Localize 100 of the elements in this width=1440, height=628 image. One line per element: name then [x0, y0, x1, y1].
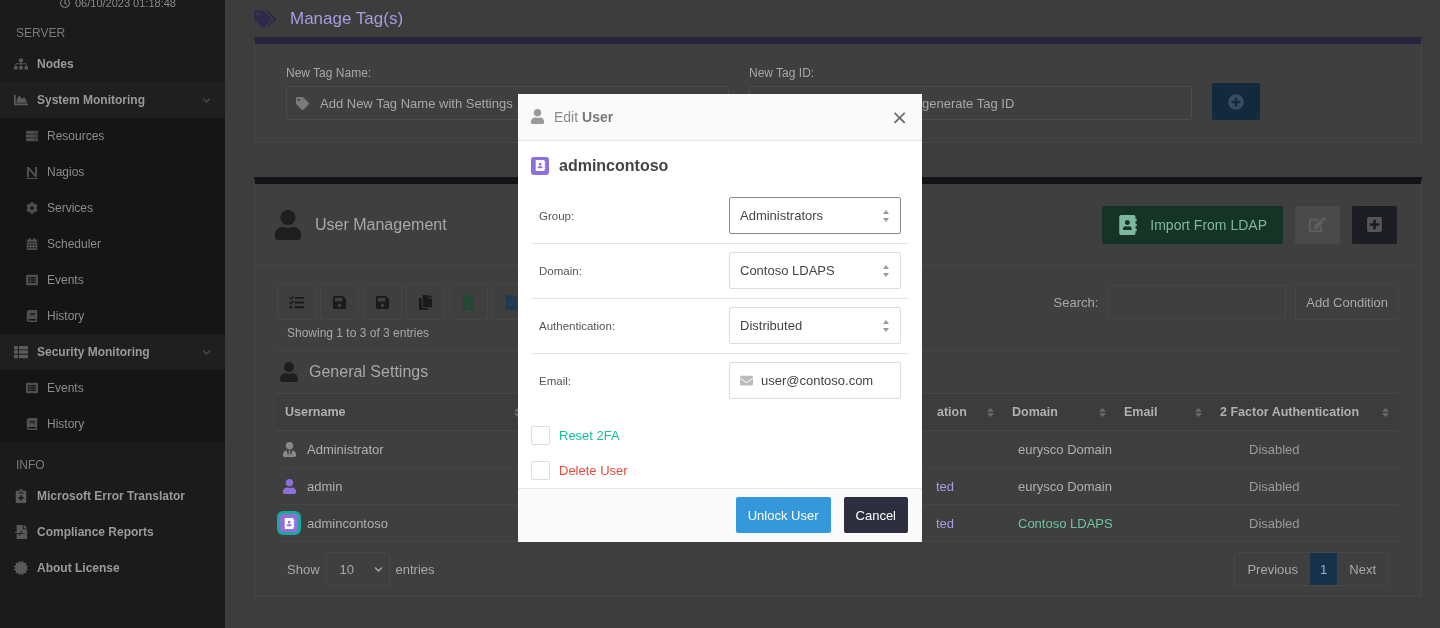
sidebar-subitem[interactable]: Services: [0, 190, 225, 226]
table-cell: ted: [936, 478, 955, 494]
table-cell: eurysco Domain: [1018, 478, 1112, 494]
sidebar-subitem[interactable]: Resources: [0, 118, 225, 154]
address-book-icon: [531, 156, 549, 175]
table-cell: Disabled: [1249, 441, 1300, 457]
field-label: Email:: [539, 374, 571, 387]
select-field[interactable]: Administrators: [729, 197, 901, 235]
book-icon: [26, 418, 38, 430]
timestamp: 06/10/2023 01:18:48: [75, 0, 176, 9]
server-icon: [26, 130, 38, 142]
column-header[interactable]: Username: [285, 405, 346, 419]
sort-icon: [985, 406, 996, 418]
user-icon: [279, 362, 299, 382]
sort-arrows-icon: [882, 318, 890, 333]
table-cell: Disabled: [1249, 478, 1300, 494]
sidebar-subitem[interactable]: History: [0, 406, 225, 442]
spreadsheet-icon: [461, 294, 476, 310]
sidebar-item[interactable]: Nodes: [0, 46, 225, 82]
gear-icon: [26, 202, 38, 214]
pagination-button[interactable]: 1: [1310, 553, 1338, 585]
import-button[interactable]: Import From LDAP: [1102, 205, 1283, 244]
column-header[interactable]: ation: [937, 405, 967, 419]
add-button[interactable]: [1352, 205, 1397, 244]
field-label: Authentication:: [539, 319, 616, 332]
sort-arrows-icon: [882, 263, 890, 278]
nagios-icon: [26, 165, 38, 179]
add-condition-button[interactable]: Add Condition: [1295, 284, 1399, 320]
plus-icon: [1366, 216, 1383, 233]
field-label: New Tag ID:: [749, 66, 816, 80]
domain-link[interactable]: Contoso LDAPS: [1018, 515, 1113, 531]
book-icon: [26, 310, 38, 322]
save-icon: [375, 294, 390, 310]
chart-icon: [14, 93, 28, 107]
field-label: New Tag Name:: [286, 66, 373, 80]
username-cell: admin: [307, 478, 343, 494]
chevron-down-icon: [202, 347, 211, 357]
unlock-button[interactable]: Unlock User: [735, 497, 831, 534]
select-field[interactable]: Distributed: [729, 307, 901, 345]
sidebar-subitem[interactable]: Events: [0, 370, 225, 406]
panel-title: User Management: [315, 215, 447, 234]
sidebar-item[interactable]: Microsoft Error Translator: [0, 478, 225, 514]
save-icon: [332, 294, 347, 310]
address-book-icon: [1118, 214, 1139, 235]
sort-icon: [1193, 406, 1204, 418]
list-icon: [26, 274, 38, 286]
checklist-icon: [289, 294, 304, 310]
sort-arrows-icon: [882, 208, 890, 223]
sidebar-subitem[interactable]: Nagios: [0, 154, 225, 190]
checkbox[interactable]: [531, 425, 550, 445]
username-heading: admincontoso: [559, 156, 669, 175]
chevron-down-icon: [373, 564, 383, 574]
field-label: Domain:: [539, 264, 582, 277]
select-field[interactable]: Contoso LDAPS: [729, 252, 901, 290]
sidebar-section-title: SERVER: [15, 25, 67, 42]
user-tie-icon: [281, 441, 297, 457]
column-header[interactable]: Domain: [1012, 405, 1058, 419]
sidebar-subitem[interactable]: Events: [0, 262, 225, 298]
sort-icon: [1380, 406, 1391, 418]
list-icon: [26, 382, 38, 394]
certificate-icon: [14, 561, 28, 575]
search-label: Search:: [1053, 294, 1099, 310]
user-icon: [273, 209, 303, 240]
tag-icon: [296, 97, 309, 110]
chevron-down-icon: [202, 95, 211, 105]
column-header[interactable]: Email: [1124, 405, 1158, 419]
sidebar-item[interactable]: System Monitoring: [0, 82, 225, 118]
sitemap-icon: [14, 57, 28, 71]
edit-button[interactable]: [1295, 205, 1340, 244]
cancel-button[interactable]: Cancel: [843, 497, 908, 534]
table-cell: ted: [936, 515, 955, 531]
plus-icon: [1228, 93, 1244, 110]
section-title: General Settings: [309, 363, 429, 381]
copy-icon: [418, 294, 433, 310]
user-icon: [530, 109, 545, 125]
page-length-select[interactable]: 10: [325, 552, 390, 586]
field-label: Group:: [539, 209, 575, 222]
table-cell: Disabled: [1249, 515, 1300, 531]
sidebar-subitem[interactable]: Scheduler: [0, 226, 225, 262]
sidebar-section-title: INFO: [15, 457, 46, 474]
email-field[interactable]: user@contoso.com: [729, 362, 901, 400]
checkbox[interactable]: [531, 460, 550, 480]
sidebar-item[interactable]: About License: [0, 550, 225, 586]
section-title: Manage Tag(s): [290, 8, 404, 29]
checkbox-label[interactable]: Delete User: [559, 462, 628, 478]
csv-file-icon: [504, 294, 519, 310]
clock-icon: [60, 0, 70, 8]
report-icon: [14, 525, 28, 539]
list-icon: [14, 345, 28, 359]
add-tag-button[interactable]: [1212, 83, 1260, 120]
sidebar-item[interactable]: Compliance Reports: [0, 514, 225, 550]
column-header[interactable]: 2 Factor Authentication: [1220, 405, 1360, 419]
sidebar-subitem[interactable]: History: [0, 298, 225, 334]
entries-label: entries: [395, 561, 435, 577]
sidebar-item[interactable]: Security Monitoring: [0, 334, 225, 370]
clipboard-icon: [14, 489, 28, 503]
sort-icon: [1097, 406, 1108, 418]
username-cell: Administrator: [307, 441, 384, 457]
envelope-icon: [740, 374, 753, 388]
calendar-icon: [26, 238, 38, 250]
